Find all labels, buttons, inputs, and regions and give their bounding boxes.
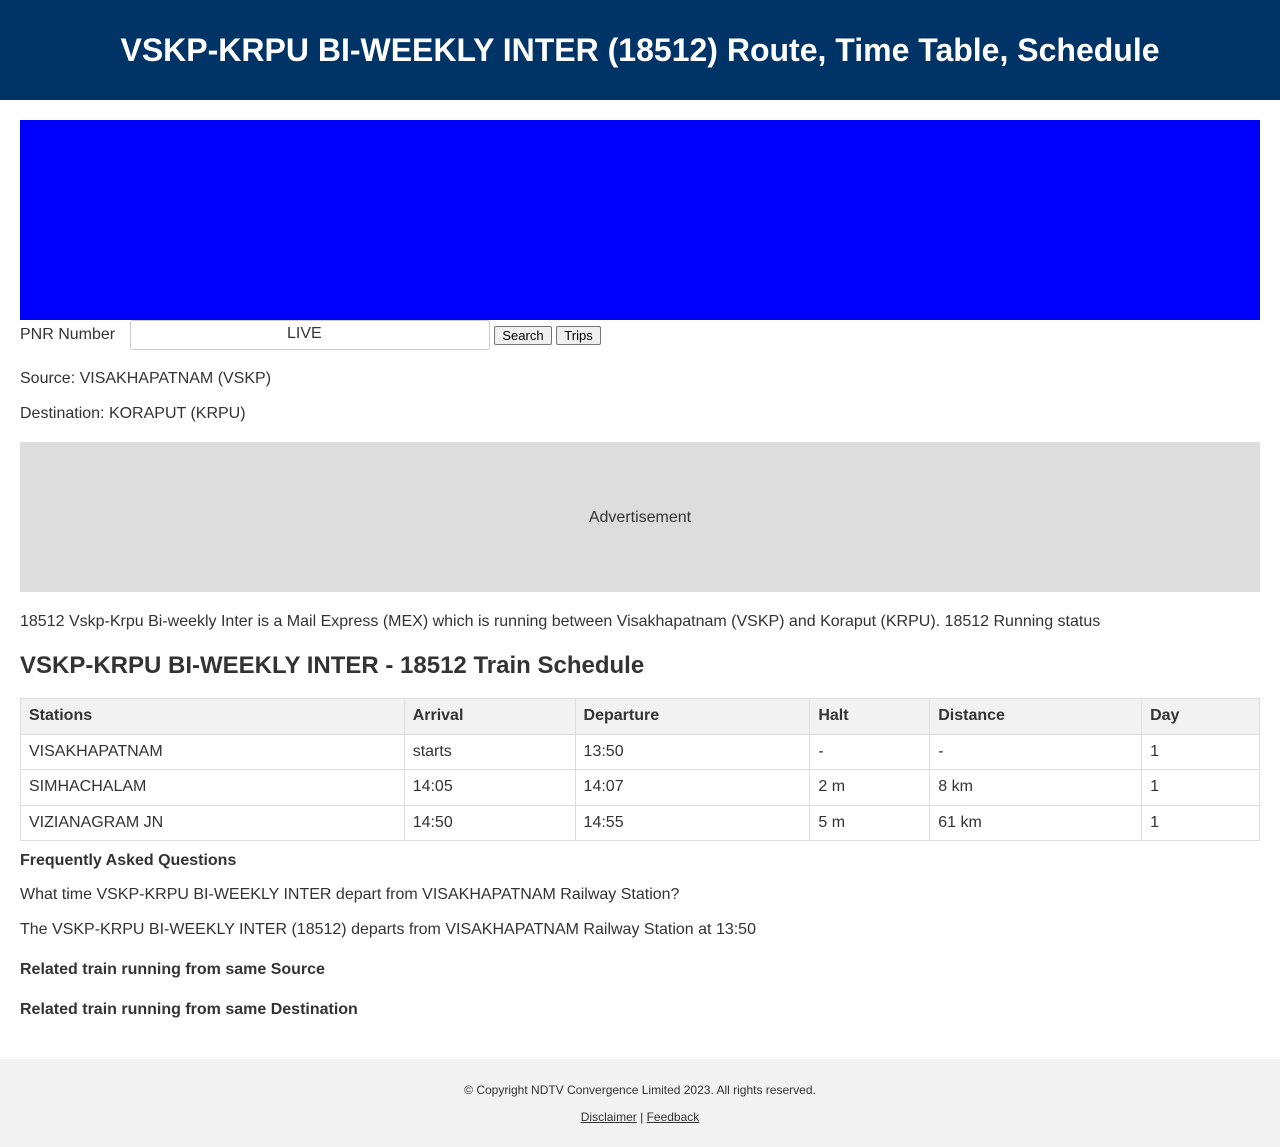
- trips-button[interactable]: Trips: [556, 326, 601, 345]
- cell-day: 1: [1141, 804, 1260, 841]
- cell-day: 1: [1141, 733, 1260, 770]
- cell-distance: -: [929, 733, 1143, 770]
- disclaimer-link[interactable]: Disclaimer: [581, 1110, 637, 1124]
- faq-answer: The VSKP-KRPU BI-WEEKLY INTER (18512) de…: [20, 921, 756, 938]
- cell-departure: 14:55: [574, 804, 811, 841]
- footer-links: Disclaimer | Feedback: [0, 1110, 1280, 1124]
- cell-departure: 13:50: [574, 733, 811, 770]
- faq-question: What time VSKP-KRPU BI-WEEKLY INTER depa…: [20, 886, 680, 903]
- page-header: VSKP-KRPU BI-WEEKLY INTER (18512) Route,…: [0, 0, 1280, 100]
- header-halt: Halt: [809, 698, 931, 735]
- header-departure: Departure: [574, 698, 811, 735]
- header-distance: Distance: [929, 698, 1143, 735]
- cell-day: 1: [1141, 769, 1260, 806]
- advertisement-box[interactable]: Advertisement: [20, 442, 1260, 592]
- header-day: Day: [1141, 698, 1260, 735]
- cell-distance: 8 km: [929, 769, 1143, 806]
- cell-arrival: 14:05: [403, 769, 576, 806]
- source-station: Source: VISAKHAPATNAM (VSKP): [20, 370, 272, 387]
- related-destination-heading: Related train running from same Destinat…: [20, 1001, 358, 1018]
- cell-station: VISAKHAPATNAM: [20, 733, 405, 770]
- header-stations: Stations: [20, 698, 405, 735]
- header-arrival: Arrival: [403, 698, 576, 735]
- table-row: SIMHACHALAM 14:05 14:07 2 m 8 km 1: [20, 769, 1260, 806]
- cell-station: VIZIANAGRAM JN: [20, 804, 405, 841]
- advertisement-label: Advertisement: [588, 509, 692, 526]
- search-button[interactable]: Search: [494, 326, 552, 345]
- cell-arrival: starts: [403, 733, 576, 770]
- feedback-link[interactable]: Feedback: [647, 1110, 700, 1124]
- pnr-label: PNR Number: [20, 326, 116, 343]
- copyright-text: © Copyright NDTV Convergence Limited 202…: [464, 1083, 816, 1097]
- footer-separator: |: [640, 1110, 644, 1124]
- live-label[interactable]: LIVE: [281, 322, 337, 350]
- related-source-heading: Related train running from same Source: [20, 961, 325, 978]
- ad-banner[interactable]: [20, 120, 1260, 320]
- cell-arrival: 14:50: [403, 804, 576, 841]
- cell-station: SIMHACHALAM: [20, 769, 405, 806]
- train-description: 18512 Vskp-Krpu Bi-weekly Inter is a Mai…: [20, 613, 1101, 630]
- faq-title: Frequently Asked Questions: [20, 852, 237, 869]
- pnr-search-bar: PNR Number LIVE Search Trips: [20, 320, 620, 352]
- table-header-row: Stations Arrival Departure Halt Distance…: [20, 698, 1260, 735]
- page-footer: © Copyright NDTV Convergence Limited 202…: [0, 1059, 1280, 1147]
- cell-halt: -: [809, 733, 931, 770]
- cell-halt: 2 m: [809, 769, 931, 806]
- table-row: VISAKHAPATNAM starts 13:50 - - 1: [20, 733, 1260, 770]
- table-row: VIZIANAGRAM JN 14:50 14:55 5 m 61 km 1: [20, 804, 1260, 841]
- destination-station: Destination: KORAPUT (KRPU): [20, 405, 246, 422]
- schedule-table: Stations Arrival Departure Halt Distance…: [20, 698, 1260, 841]
- cell-departure: 14:07: [574, 769, 811, 806]
- page-title: VSKP-KRPU BI-WEEKLY INTER (18512) Route,…: [120, 32, 1160, 68]
- cell-distance: 61 km: [929, 804, 1143, 841]
- schedule-title: VSKP-KRPU BI-WEEKLY INTER - 18512 Train …: [20, 652, 645, 679]
- cell-halt: 5 m: [809, 804, 931, 841]
